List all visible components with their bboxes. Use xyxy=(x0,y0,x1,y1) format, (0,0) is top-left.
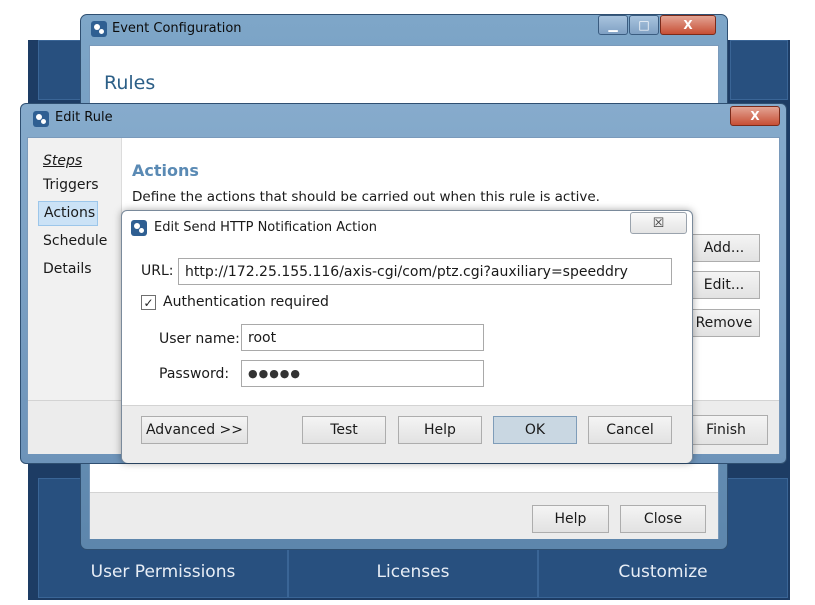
minimize-icon: ▁ xyxy=(608,18,618,32)
step-details[interactable]: Details xyxy=(43,261,92,277)
actions-description: Define the actions that should be carrie… xyxy=(132,189,600,205)
username-label: User name: xyxy=(159,331,240,347)
app-icon xyxy=(91,21,107,37)
help-button[interactable]: Help xyxy=(398,416,482,444)
authentication-label: Authentication required xyxy=(163,294,329,310)
authentication-checkbox[interactable]: ✓ xyxy=(141,295,156,310)
background-tile-right xyxy=(730,40,788,100)
close-icon: X xyxy=(750,109,760,123)
edit-rule-close-button[interactable]: X xyxy=(730,106,780,126)
ec-help-button[interactable]: Help xyxy=(532,505,609,533)
licenses-label: Licenses xyxy=(376,562,450,582)
ec-close-button[interactable]: Close xyxy=(620,505,706,533)
url-label: URL: xyxy=(141,263,174,279)
step-actions[interactable]: Actions xyxy=(38,201,98,226)
add-action-button[interactable]: Add... xyxy=(688,234,760,262)
http-dialog-title: Edit Send HTTP Notification Action xyxy=(154,220,378,235)
edit-rule-title: Edit Rule xyxy=(55,110,113,125)
edit-rule-icon xyxy=(33,111,49,127)
cancel-button[interactable]: Cancel xyxy=(588,416,672,444)
steps-header: Steps xyxy=(43,153,83,169)
password-label: Password: xyxy=(159,366,230,382)
maximize-button[interactable]: □ xyxy=(629,15,659,35)
checkmark-icon: ✓ xyxy=(143,295,154,310)
test-button[interactable]: Test xyxy=(302,416,386,444)
maximize-icon: □ xyxy=(638,18,650,32)
close-icon: ☒ xyxy=(652,215,665,231)
edit-action-button[interactable]: Edit... xyxy=(688,271,760,299)
rules-heading: Rules xyxy=(104,72,156,94)
http-dialog-close-button[interactable]: ☒ xyxy=(630,212,687,234)
username-input[interactable]: root xyxy=(241,324,484,351)
user-permissions-label: User Permissions xyxy=(90,562,236,582)
finish-button[interactable]: Finish xyxy=(684,415,768,445)
password-input[interactable]: ●●●●● xyxy=(241,360,484,387)
ok-button[interactable]: OK xyxy=(493,416,577,444)
dialog-icon xyxy=(131,220,147,236)
customize-label: Customize xyxy=(618,562,708,582)
actions-heading: Actions xyxy=(132,161,199,180)
step-schedule[interactable]: Schedule xyxy=(43,233,107,249)
minimize-button[interactable]: ▁ xyxy=(598,15,628,35)
close-icon: X xyxy=(683,18,693,32)
event-configuration-title: Event Configuration xyxy=(112,21,242,36)
remove-action-button[interactable]: Remove xyxy=(688,309,760,337)
step-triggers[interactable]: Triggers xyxy=(43,177,99,193)
close-button[interactable]: X xyxy=(660,15,716,35)
advanced-button[interactable]: Advanced >> xyxy=(141,416,248,444)
url-input[interactable]: http://172.25.155.116/axis-cgi/com/ptz.c… xyxy=(178,258,672,285)
